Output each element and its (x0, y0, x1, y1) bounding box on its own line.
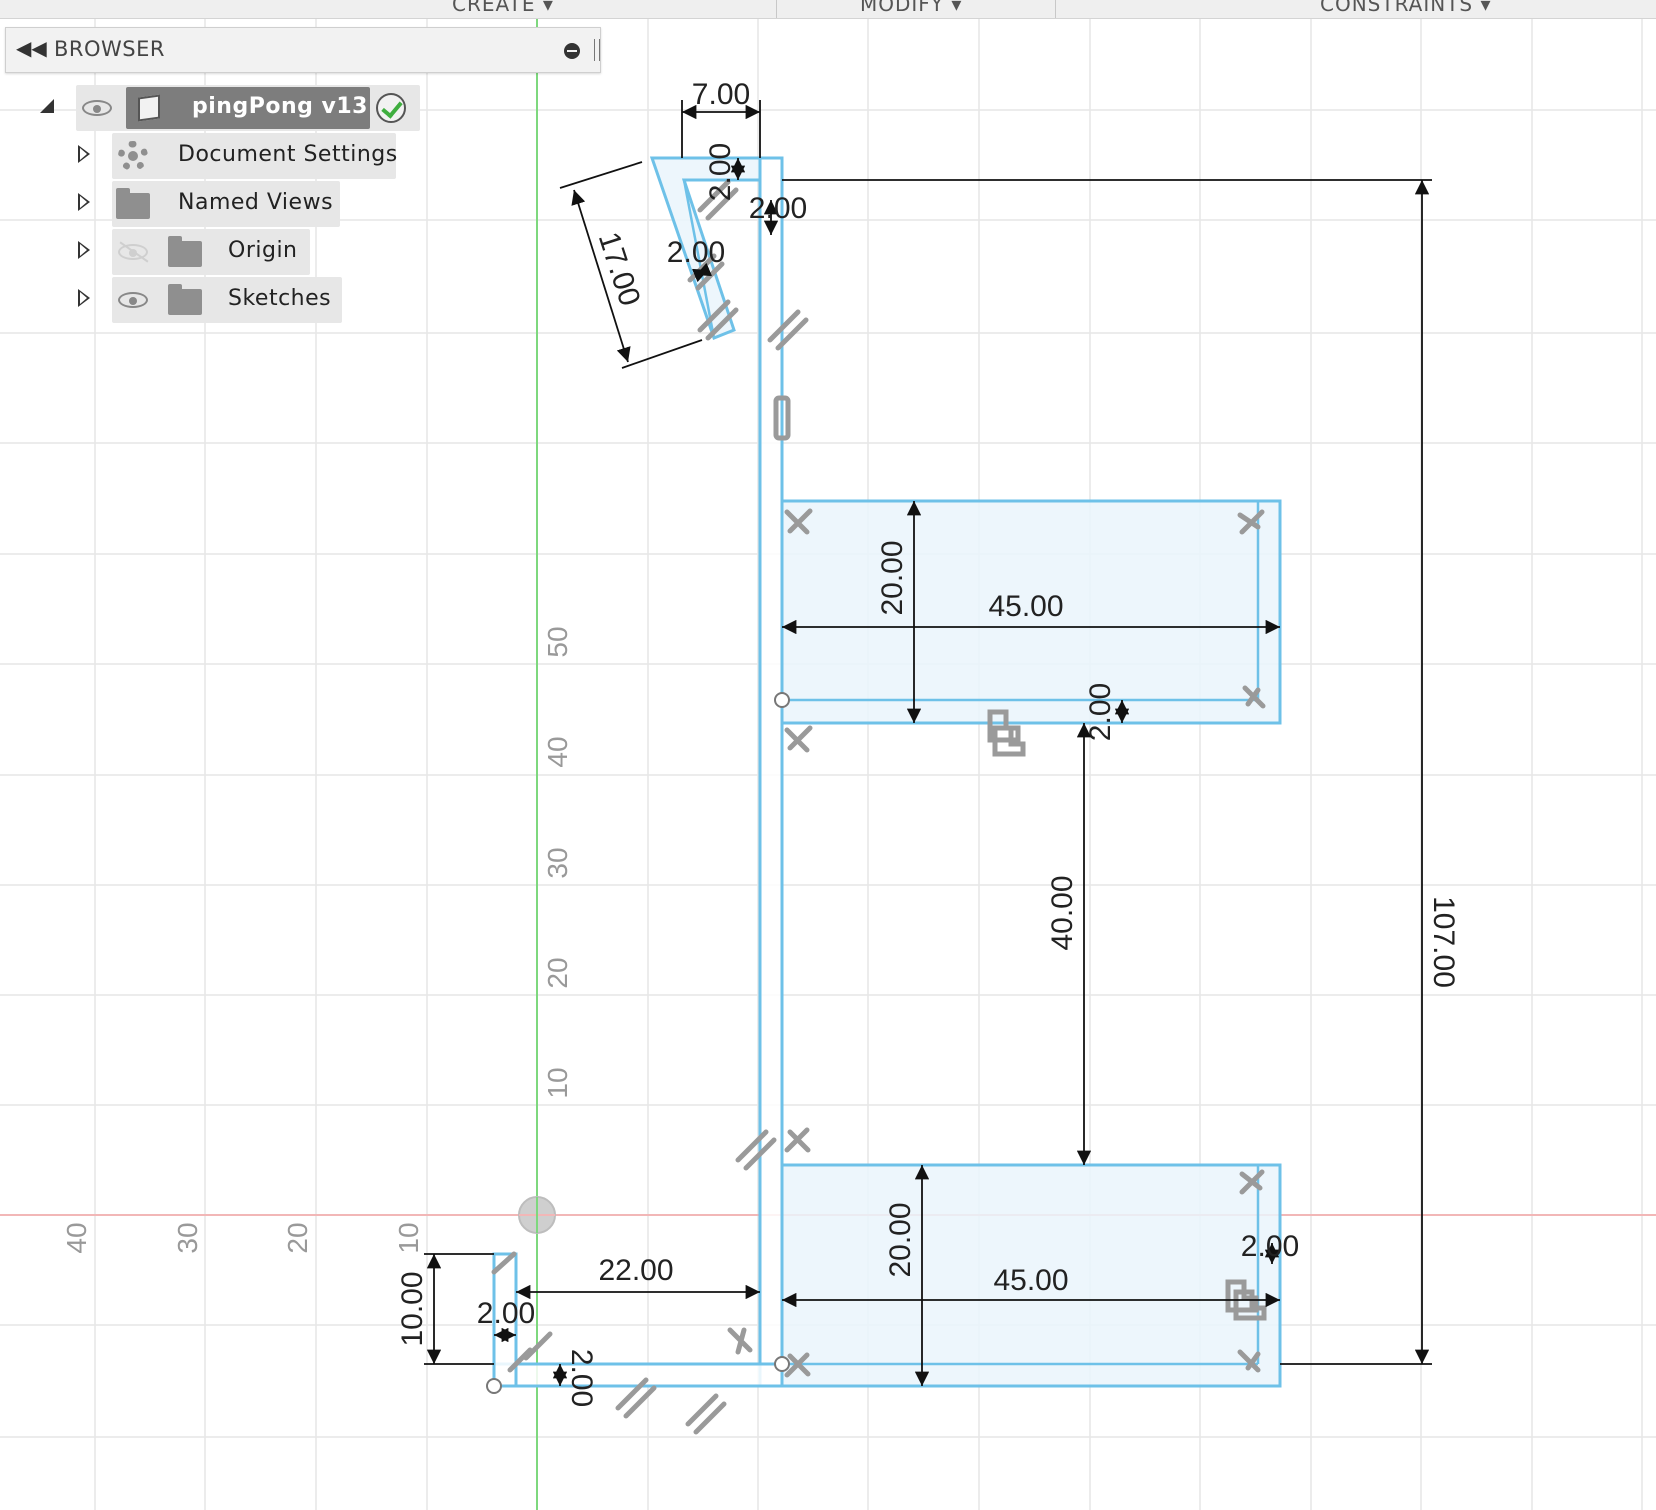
collapse-panel-icon[interactable]: ◀◀ (16, 36, 47, 60)
dim-upper-shelf-thickness: 2.00 (1084, 683, 1117, 741)
expand-icon[interactable] (78, 193, 90, 211)
dim-base-thickness: 2.00 (565, 1349, 598, 1407)
expand-icon[interactable] (78, 241, 90, 259)
dim-lower-shelf-thickness: 2.00 (1241, 1230, 1299, 1263)
expand-icon[interactable] (78, 289, 90, 307)
y-axis-label-40: 40 (542, 736, 573, 767)
browser-panel-header: ◀◀ BROWSER (5, 27, 601, 73)
folder-icon (116, 188, 150, 219)
dim-top-thickness: 2.00 (704, 143, 737, 201)
y-axis-label-20: 20 (542, 957, 573, 988)
root-component[interactable]: pingPong v13 (126, 87, 370, 129)
sketch-profiles[interactable] (492, 156, 1282, 1388)
tree-root-node[interactable]: pingPong v13 (76, 85, 420, 131)
named-views-node[interactable]: Named Views (112, 181, 340, 227)
base-profile[interactable] (492, 1362, 784, 1388)
y-axis-label-30: 30 (542, 847, 573, 878)
toolbar-divider (776, 0, 777, 18)
x-axis-label-40: 40 (61, 1222, 92, 1253)
root-component-label: pingPong v13 (192, 94, 368, 119)
y-axis-label-10: 10 (542, 1067, 573, 1098)
expand-icon[interactable] (78, 145, 90, 163)
document-settings-label: Document Settings (178, 142, 398, 167)
collapse-root-icon[interactable] (40, 99, 54, 113)
eye-icon[interactable] (118, 292, 148, 308)
dim-upper-shelf-width: 45.00 (988, 590, 1063, 623)
x-axis-label-10: 10 (393, 1222, 424, 1253)
dim-total-height: 107.00 (1427, 896, 1460, 988)
named-views-label: Named Views (178, 190, 334, 215)
component-cube-icon (138, 94, 160, 122)
dim-lower-shelf-height: 20.00 (884, 1202, 917, 1277)
tree-item-document-settings: Document Settings (0, 133, 400, 179)
toolbar-divider (1055, 0, 1056, 18)
x-axis-label-20: 20 (282, 1222, 313, 1253)
tree-root-row: pingPong v13 (0, 85, 430, 131)
tree-item-origin: Origin (0, 229, 400, 275)
dim-shelf-spacing: 40.00 (1046, 875, 1079, 950)
active-check-icon[interactable] (376, 93, 406, 123)
sketches-node[interactable]: Sketches (112, 277, 342, 323)
axis-labels: 50 40 30 20 10 40 30 20 10 (61, 626, 573, 1253)
origin-point[interactable] (518, 1196, 556, 1234)
eye-icon[interactable] (82, 100, 112, 116)
folder-icon (168, 236, 202, 267)
pin-panel-icon[interactable] (564, 43, 580, 59)
x-axis-label-30: 30 (172, 1222, 203, 1253)
dim-top-width: 7.00 (692, 78, 750, 111)
toolbar: CREATE ▾ MODIFY ▾ CONSTRAINTS ▾ (0, 0, 1656, 19)
dim-upper-shelf-height: 20.00 (876, 540, 909, 615)
origin-node[interactable]: Origin (112, 229, 310, 275)
browser-title: BROWSER (54, 37, 165, 61)
document-settings-node[interactable]: Document Settings (112, 133, 398, 179)
eye-hidden-icon[interactable] (118, 244, 148, 260)
folder-icon (168, 284, 202, 315)
dim-base-length: 22.00 (598, 1254, 673, 1287)
sketches-label: Sketches (228, 286, 332, 311)
gear-icon (118, 141, 148, 171)
dim-lip-height: 10.00 (396, 1271, 429, 1346)
dim-lip-thickness: 2.00 (477, 1297, 535, 1330)
sketch-points[interactable] (486, 692, 790, 1394)
dim-top-gap: 2.00 (749, 192, 807, 225)
panel-resize-handle[interactable] (594, 39, 600, 61)
constraints-menu[interactable]: CONSTRAINTS ▾ (1320, 0, 1492, 16)
dim-angled-thickness: 2.00 (667, 236, 725, 269)
tree-item-sketches: Sketches (0, 277, 400, 323)
modify-menu[interactable]: MODIFY ▾ (860, 0, 962, 16)
create-menu[interactable]: CREATE ▾ (452, 0, 554, 16)
dim-angled-length: 17.00 (592, 228, 647, 310)
y-axis-label-50: 50 (542, 626, 573, 657)
tree-item-named-views: Named Views (0, 181, 400, 227)
origin-label: Origin (228, 238, 298, 263)
dim-lower-shelf-width: 45.00 (993, 1264, 1068, 1297)
